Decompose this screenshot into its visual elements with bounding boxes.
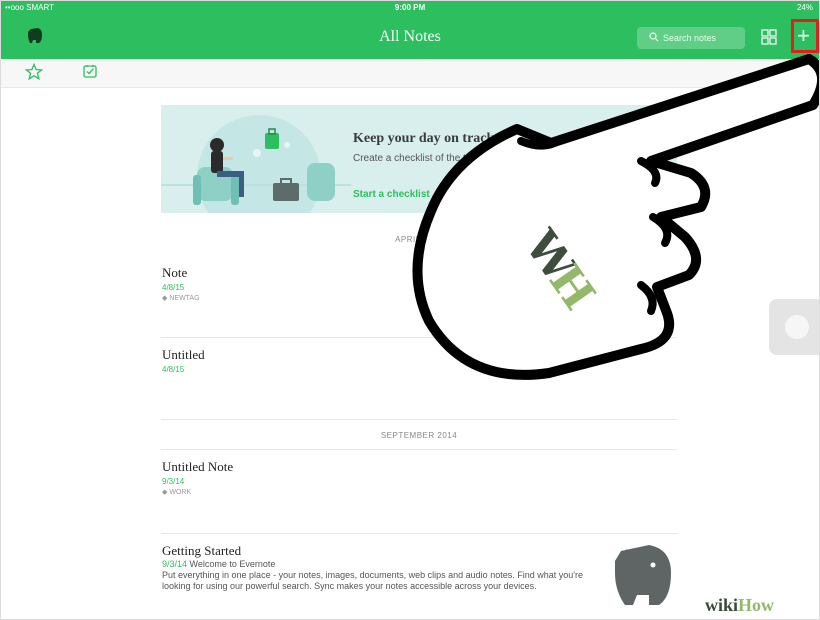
start-checklist-link[interactable]: Start a checklist	[353, 189, 430, 200]
battery-label: 24%	[796, 3, 813, 12]
toolbar	[1, 59, 819, 88]
note-date: 4/8/15	[162, 283, 185, 292]
note-date: 9/3/14	[162, 477, 185, 486]
section-header-april-2015: APRIL 2015	[395, 235, 443, 244]
note-snippet-title: Welcome to Evernote	[189, 559, 276, 569]
side-button[interactable]	[769, 299, 819, 355]
note-title: Untitled	[162, 347, 205, 362]
divider	[161, 449, 677, 450]
wikihow-watermark: wikiHow	[669, 589, 819, 619]
note-title: Note	[162, 265, 188, 280]
status-bar: ••ooo SMART 9:00 PM 24%	[1, 1, 819, 15]
app-window: ••ooo SMART 9:00 PM 24% All Notes +	[0, 0, 820, 620]
watermark-wiki: wiki	[705, 595, 739, 615]
note-item[interactable]: Note 4/8/15 ◆ NEWTAG	[162, 265, 602, 302]
tag-icon: ◆	[162, 295, 168, 302]
divider	[161, 419, 677, 420]
grid-view-icon[interactable]	[761, 29, 777, 45]
note-tag-label: WORK	[169, 489, 192, 496]
pointing-hand-illustration: W H	[412, 54, 819, 380]
search-box[interactable]	[637, 27, 745, 49]
section-header-september-2014: SEPTEMBER 2014	[380, 431, 458, 440]
nav-bar: All Notes +	[1, 15, 819, 59]
note-tag-label: NEWTAG	[169, 295, 200, 302]
note-tag: ◆ WORK	[162, 488, 602, 496]
status-time: 9:00 PM	[394, 3, 426, 12]
add-note-button[interactable]: +	[791, 19, 819, 53]
watermark-how: How	[738, 595, 775, 615]
banner-illustration	[161, 115, 351, 213]
note-title: Getting Started	[162, 543, 242, 558]
checklist-banner[interactable]: Keep your day on track Create a checklis…	[161, 105, 677, 213]
note-date: 4/8/15	[162, 365, 185, 374]
evernote-elephant-thumbnail	[615, 545, 671, 605]
tag-icon: ◆	[162, 489, 168, 496]
search-input[interactable]	[663, 29, 743, 47]
assistive-touch-icon	[785, 315, 809, 339]
note-item[interactable]: Getting Started 9/3/14 Welcome to Everno…	[162, 543, 602, 592]
divider	[161, 337, 677, 338]
star-icon[interactable]	[25, 63, 43, 81]
note-item[interactable]: Untitled Note 9/3/14 ◆ WORK	[162, 459, 602, 496]
note-body: Put everything in one place - your notes…	[162, 570, 583, 591]
note-item[interactable]: Untitled 4/8/15	[162, 347, 602, 374]
banner-title: Keep your day on track	[353, 131, 495, 146]
checklist-icon[interactable]	[83, 64, 97, 78]
note-snippet: 9/3/14 Welcome to Evernote	[162, 559, 612, 570]
divider	[161, 533, 677, 534]
note-title: Untitled Note	[162, 459, 234, 474]
banner-text: Create a checklist of the things you nee…	[353, 153, 588, 164]
plus-icon: +	[797, 23, 810, 48]
search-icon	[649, 32, 659, 42]
note-tag: ◆ NEWTAG	[162, 294, 602, 302]
note-date: 9/3/14	[162, 559, 188, 569]
